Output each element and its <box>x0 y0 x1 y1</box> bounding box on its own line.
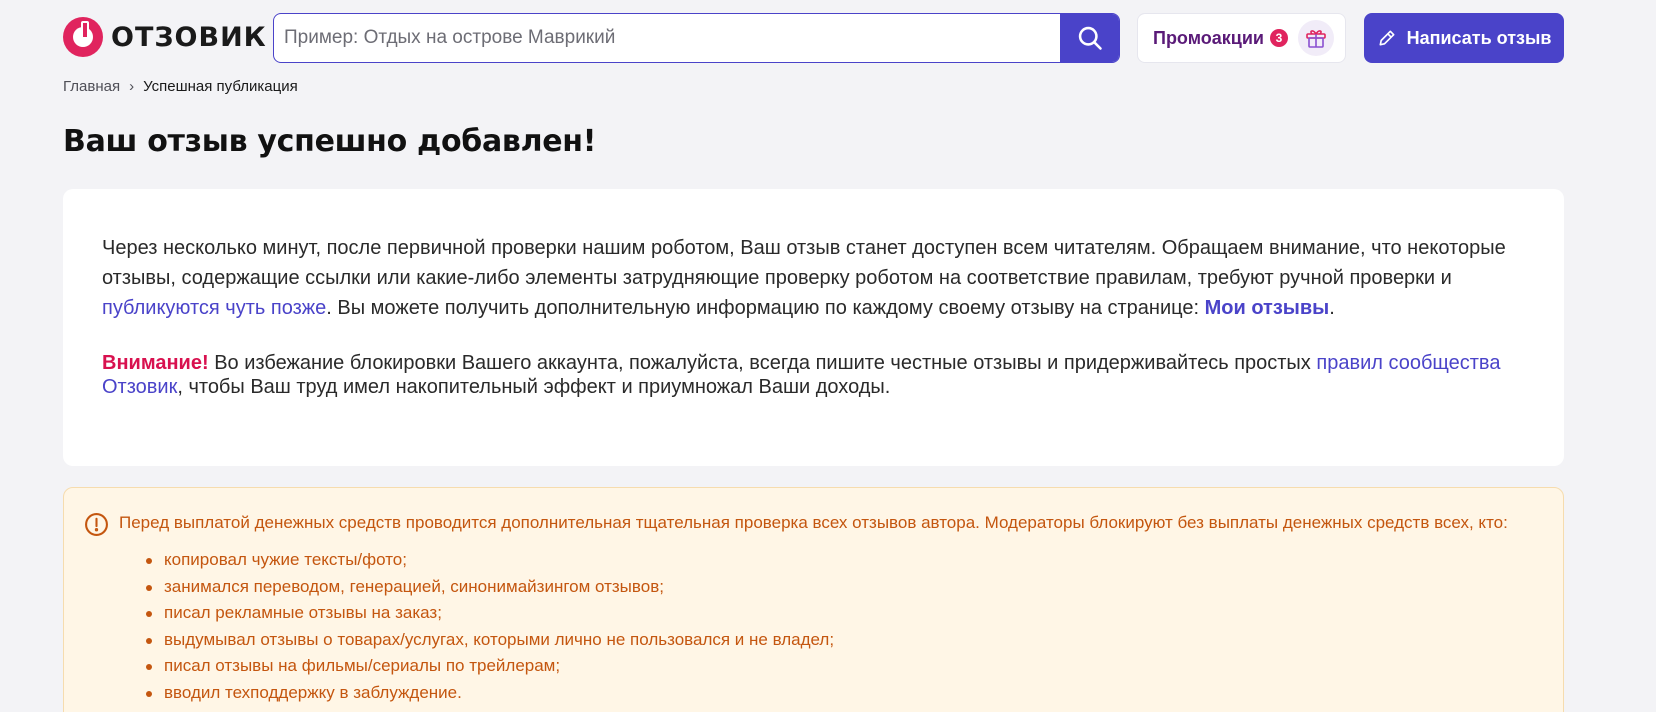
list-item: писал отзывы на фильмы/сериалы по трейле… <box>146 653 1533 680</box>
search-icon <box>1078 26 1102 50</box>
info-text-end: . <box>1329 297 1335 319</box>
breadcrumb: Главная › Успешная публикация <box>63 78 298 95</box>
warning-paragraph: Внимание! Во избежание блокировки Вашего… <box>102 351 1526 399</box>
breadcrumb-home-link[interactable]: Главная <box>63 78 120 95</box>
list-item: вводил техподдержку в заблуждение. <box>146 680 1533 707</box>
page-title: Ваш отзыв успешно добавлен! <box>63 124 597 159</box>
search-bar <box>273 13 1120 63</box>
logo-icon <box>63 17 103 57</box>
list-item: копировал чужие тексты/фото; <box>146 547 1533 574</box>
gift-icon <box>1297 20 1334 56</box>
write-review-button[interactable]: Написать отзыв <box>1364 13 1564 63</box>
search-button[interactable] <box>1060 14 1119 62</box>
info-text-part1: Через несколько минут, после первичной п… <box>102 237 1506 289</box>
success-message-card: Через несколько минут, после первичной п… <box>63 189 1564 466</box>
promo-button[interactable]: Промоакции 3 <box>1137 13 1346 63</box>
list-item: занимался переводом, генерацией, синоним… <box>146 574 1533 601</box>
info-text-part2: . Вы можете получить дополнительную инфо… <box>326 297 1205 319</box>
pencil-icon <box>1379 30 1395 46</box>
payout-notice: Перед выплатой денежных средств проводит… <box>63 487 1564 712</box>
write-review-label: Написать отзыв <box>1406 27 1552 48</box>
search-input[interactable] <box>274 14 1060 62</box>
breadcrumb-separator: › <box>129 78 135 95</box>
warning-label: Внимание! <box>102 352 209 374</box>
published-later-link[interactable]: публикуются чуть позже <box>102 297 326 319</box>
exclamation-circle-icon <box>85 513 108 536</box>
list-item: выдумывал отзывы о товарах/услугах, кото… <box>146 627 1533 654</box>
list-item: писал рекламные отзывы на заказ; <box>146 600 1533 627</box>
site-logo[interactable]: ОТЗОВИК <box>63 16 267 58</box>
promo-count-badge: 3 <box>1269 29 1288 47</box>
breadcrumb-current: Успешная публикация <box>143 78 298 95</box>
my-reviews-link[interactable]: Мои отзывы <box>1205 297 1330 319</box>
logo-text: ОТЗОВИК <box>111 21 267 53</box>
promo-label: Промоакции <box>1153 27 1264 48</box>
warning-text-part2: , чтобы Ваш труд имел накопительный эффе… <box>177 376 891 398</box>
notice-text: Перед выплатой денежных средств проводит… <box>119 513 1508 532</box>
info-paragraph: Через несколько минут, после первичной п… <box>102 233 1526 323</box>
warning-text-part1: Во избежание блокировки Вашего аккаунта,… <box>208 352 1317 374</box>
violations-list: копировал чужие тексты/фото; занимался п… <box>146 547 1533 707</box>
